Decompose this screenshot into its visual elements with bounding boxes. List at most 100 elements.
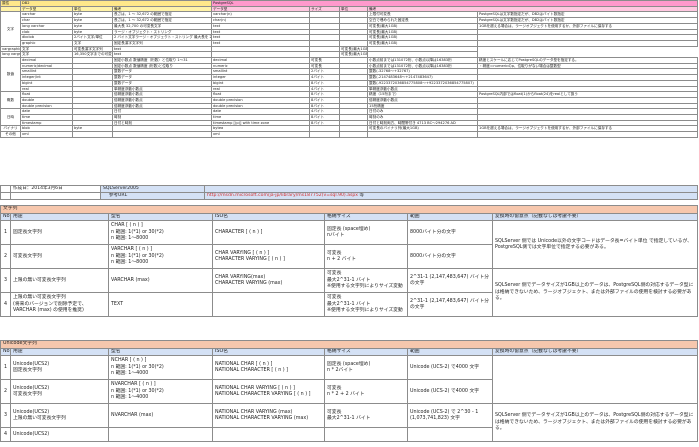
column-header: 型名 bbox=[108, 347, 213, 357]
conversion-note: SQLServer 側では Unicode以外の文字コードはデータ長=バイト単位… bbox=[491, 220, 699, 270]
category-label: 概数 bbox=[0, 91, 21, 110]
cell: 可変長(最大1GB) bbox=[339, 45, 369, 53]
cell-no: 4 bbox=[0, 292, 11, 318]
cell-no: 1 bbox=[0, 220, 11, 246]
column-header: 格納サイズ bbox=[324, 347, 408, 357]
cell-use: Unicode(UCS2) bbox=[10, 427, 109, 443]
column-header: No bbox=[0, 212, 11, 222]
cell-size: 可変長 n + 2 バイト bbox=[324, 244, 408, 270]
cell-size bbox=[324, 427, 408, 443]
cell: xml bbox=[211, 131, 311, 138]
cell-no: 3 bbox=[0, 403, 11, 429]
cell-no: 2 bbox=[0, 379, 11, 405]
category-label: 日時 bbox=[0, 108, 21, 127]
cell-range bbox=[407, 427, 493, 443]
cell: vargraphic bbox=[0, 45, 21, 53]
column-header: 範囲 bbox=[407, 212, 493, 222]
cell-iso bbox=[212, 427, 325, 443]
cell-iso bbox=[212, 292, 325, 318]
cell-size: 可変長 n * 2 + 2 バイト bbox=[324, 379, 408, 405]
cell-range: Unicode (UCS-2) で4000 文字 bbox=[407, 355, 493, 381]
table-row: 3 上限の無い可変長文字列 VARCHAR (max) CHAR VARYING(ma… bbox=[0, 268, 699, 318]
cell-use: 上限の無い可変長文字列 bbox=[10, 268, 109, 294]
cell bbox=[367, 131, 479, 138]
cell-size: 可変長 最大2^31-1 バイト bbox=[324, 403, 408, 429]
column-header: ISO名 bbox=[212, 347, 325, 357]
cell-type: VARCHAR [ ( n ) ] n 範囲: 1(*1) or 30(*2) … bbox=[108, 244, 213, 270]
column-header: 変換時の留意点（記載なしは考慮不要） bbox=[491, 347, 699, 357]
cell-size: 可変長 最大2^31-1 バイト ※使用する文字列によりサイズ変動 bbox=[324, 292, 408, 318]
cell-iso: NATIONAL CHAR VARYING (max) NATIONAL CHA… bbox=[212, 403, 325, 429]
conversion-note: SQLServer 側でデータサイズが1GB以上のデータは、PostgreSQL… bbox=[491, 403, 699, 443]
column-header: 型名 bbox=[108, 212, 213, 222]
ref-url-label: 参考URL bbox=[100, 192, 205, 200]
cell-range: 8000バイト分の文字 bbox=[407, 220, 493, 246]
cell bbox=[72, 131, 113, 138]
cell-size: 固定長 (space埋め) nバイト bbox=[324, 220, 408, 246]
column-header: 変換時の留意点（記載なしは考慮不要） bbox=[491, 212, 699, 222]
table-row: 1 Unicode(UCS2) 固定長文字列 NCHAR [ ( n ) ] n 範… bbox=[0, 355, 699, 405]
sqlserver-unicode-table: Unicode文字列 No 用途 型名 ISO名 格納サイズ 範囲 変換時の留意点（記載なし… bbox=[0, 340, 699, 443]
cell-range: Unicode (UCS-2) で4000 文字 bbox=[407, 379, 493, 405]
cell-size: 固定長 (space埋め) n * 2バイト bbox=[324, 355, 408, 381]
cell-iso: NATIONAL CHAR [ ( n ) ] NATIONAL CHARACT… bbox=[212, 355, 325, 381]
cell-use: 可変長文字列 bbox=[10, 244, 109, 270]
cell bbox=[309, 131, 341, 138]
conversion-note bbox=[491, 355, 699, 405]
category-label: その他 bbox=[0, 131, 21, 138]
cell-iso: CHAR VARYING [ ( n ) ] CHARACTER VARYING… bbox=[212, 244, 325, 270]
created-date: 作成日：2014年3月6日 bbox=[10, 185, 101, 193]
ref-url-link[interactable]: http://msdn.microsoft.com/ja-jp/library/… bbox=[207, 194, 358, 199]
info-header: 作成日：2014年3月6日 SQLServer2005 参考URL http:/… bbox=[0, 185, 698, 200]
db2-postgresql-table: 属性 DB2 PostgreSQL データ型 単位 備考 データ型 サイズ 単位 備考 文字 varc… bbox=[0, 0, 699, 138]
cell-iso: CHAR VARYING(max) CHARACTER VARYING (max… bbox=[212, 268, 325, 294]
cell-iso: NATIONAL CHAR VARYING [ ( n ) ] NATIONAL… bbox=[212, 379, 325, 405]
cell-type: NVARCHAR [ ( n ) ] n 範囲: 1(*1) or 30(*2)… bbox=[108, 379, 213, 405]
cell: 可変長(最大1GB) bbox=[339, 51, 369, 59]
cell bbox=[477, 131, 699, 138]
product-name: SQLServer2005 bbox=[100, 185, 205, 193]
category-label: バイナリ bbox=[0, 125, 21, 133]
cell-use: Unicode(UCS2) 可変長文字列 bbox=[10, 379, 109, 405]
cell: 整数(-9223372036854775808～+922337203685477… bbox=[367, 79, 479, 87]
cell-range: 8000バイト分の文字 bbox=[407, 244, 493, 270]
column-header: 用途 bbox=[10, 347, 109, 357]
cell: long vargraphic bbox=[0, 51, 21, 59]
column-header: 範囲 bbox=[407, 347, 493, 357]
section-title-string: 文字列 bbox=[0, 205, 699, 214]
cell-range: 2^31-1 (2,147,483,647) バイト分の文字 bbox=[407, 292, 493, 318]
cell-size: 可変長 最大2^31-1 バイト ※使用する文字列によりサイズ変動 bbox=[324, 268, 408, 294]
column-header: 格納サイズ bbox=[324, 212, 408, 222]
cell: xml bbox=[20, 131, 73, 138]
cell-use: 固定長文字列 bbox=[10, 220, 109, 246]
column-header: No bbox=[0, 347, 11, 357]
cell-no: 2 bbox=[0, 244, 11, 270]
cell-no: 3 bbox=[0, 268, 11, 294]
cell-no: 4 bbox=[0, 427, 11, 443]
category-label: 文字 bbox=[0, 11, 21, 47]
cell-use: Unicode(UCS2) 固定長文字列 bbox=[10, 355, 109, 381]
cell-range: 2^31-1 (2,147,483,647) バイト分の文字 bbox=[407, 268, 493, 294]
cell: 2 バイト文字ラージ・オブジェクト・ストリング 最大長を 2 バイト文字単位で指… bbox=[111, 34, 213, 41]
cell bbox=[477, 39, 699, 47]
cell-type: CHAR [ ( n ) ] n 範囲: 1(*1) or 30(*2) n 範… bbox=[108, 220, 213, 246]
cell-use: 上限の無い可変長文字列 (将来のバージョンで削除予定で、 VARCHAR (ma… bbox=[10, 292, 109, 318]
cell-no: 1 bbox=[0, 355, 11, 381]
cell-type: VARCHAR (max) bbox=[108, 268, 213, 294]
type-row: その他 xml xml bbox=[0, 131, 699, 138]
cell-type: NVARCHAR (max) bbox=[108, 403, 213, 429]
cell-type: TEXT bbox=[108, 292, 213, 318]
cell-iso: CHARACTER [ ( n ) ] bbox=[212, 220, 325, 246]
category-label: 数値 bbox=[0, 57, 21, 93]
cell-type: NCHAR [ ( n ) ] n 範囲: 1(*1) or 30(*2) n … bbox=[108, 355, 213, 381]
sqlserver-string-table: 文字列 No 用途 型名 ISO名 格納サイズ 範囲 変換時の留意点（記載なしは考慮不要） … bbox=[0, 205, 699, 318]
conversion-note: SQLServer 側でデータサイズが1GB以上のデータは、PostgreSQL… bbox=[491, 268, 699, 318]
section-title-unicode: Unicode文字列 bbox=[0, 340, 699, 349]
column-header: 用途 bbox=[10, 212, 109, 222]
column-header: ISO名 bbox=[212, 212, 325, 222]
cell-range: Unicode (UCS-2) で 2^30 - 1 (1,073,741,82… bbox=[407, 403, 493, 429]
table-row: 3 Unicode(UCS2) 上限の無い可変長文字列 NVARCHAR (max)… bbox=[0, 403, 699, 443]
cell bbox=[111, 131, 213, 138]
cell-type bbox=[108, 427, 213, 443]
cell bbox=[339, 131, 369, 138]
